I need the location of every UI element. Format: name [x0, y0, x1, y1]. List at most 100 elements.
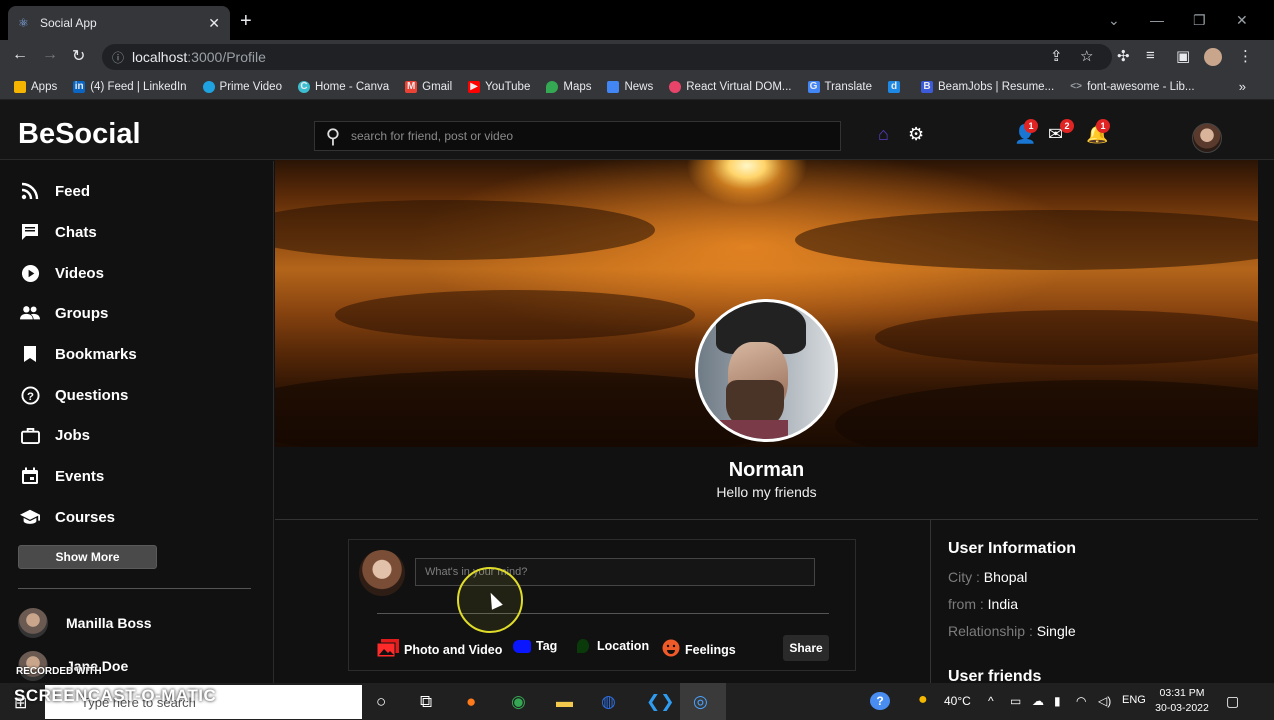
- bookmark-star-icon[interactable]: ☆: [1080, 47, 1093, 65]
- info-icon[interactable]: ⓘ: [112, 49, 124, 66]
- chrome-icon[interactable]: ◉: [511, 692, 526, 712]
- bookmark-news[interactable]: News: [607, 80, 653, 93]
- battery-icon[interactable]: ▭: [1010, 694, 1021, 708]
- minimize-icon[interactable]: —: [1150, 12, 1164, 28]
- friend-requests-badge: 1: [1024, 119, 1038, 133]
- info-row-city: City : Bhopal: [948, 569, 1028, 585]
- profile-avatar-icon[interactable]: [1204, 48, 1222, 66]
- search-input[interactable]: [351, 122, 840, 150]
- share-page-icon[interactable]: ⇪: [1050, 47, 1063, 65]
- weather-sun-icon[interactable]: ●: [918, 691, 928, 709]
- show-more-button[interactable]: Show More: [18, 545, 157, 569]
- profile-picture[interactable]: [695, 299, 838, 442]
- power-icon[interactable]: ▮: [1054, 694, 1061, 708]
- tag-icon: [513, 639, 531, 653]
- taskbar-clock[interactable]: 03:31 PM 30-03-2022: [1152, 686, 1212, 716]
- apps-grid-icon: [14, 80, 26, 93]
- sidebar-item-jobs[interactable]: Jobs: [20, 425, 90, 445]
- sidebar-item-bookmarks[interactable]: Bookmarks: [20, 344, 137, 364]
- bookmark-react-virtual-dom[interactable]: React Virtual DOM...: [669, 80, 792, 93]
- prime-video-icon: [202, 80, 215, 93]
- screencast-app-icon[interactable]: ◎: [693, 692, 708, 712]
- cortana-icon[interactable]: ○: [376, 692, 386, 712]
- sidebar-item-courses[interactable]: Courses: [20, 507, 115, 527]
- bookmark-translate[interactable]: G Translate: [807, 80, 872, 93]
- home-icon[interactable]: ⌂: [878, 124, 889, 145]
- sidebar-item-feed[interactable]: Feed: [20, 181, 90, 201]
- extensions-icon[interactable]: ✣: [1117, 47, 1130, 65]
- volume-icon[interactable]: ◁): [1098, 694, 1111, 708]
- sidebar-item-questions[interactable]: ? Questions: [20, 385, 128, 405]
- bookmark-d-app[interactable]: d: [888, 80, 905, 93]
- task-view-icon[interactable]: ⧉: [420, 692, 432, 712]
- app-topbar: BeSocial ⚲ ⌂ ⚙ 👤 1 ✉ 2 🔔 1: [0, 100, 1274, 160]
- share-button[interactable]: Share: [783, 635, 829, 661]
- news-icon: [607, 80, 620, 93]
- new-tab-icon[interactable]: +: [240, 10, 252, 33]
- share-option-tag[interactable]: Tag: [513, 639, 557, 653]
- location-pin-icon: [577, 639, 589, 653]
- firefox-icon[interactable]: ●: [466, 692, 476, 712]
- group-icon: [20, 303, 40, 323]
- sidebar-item-groups[interactable]: Groups: [20, 303, 108, 323]
- menu-kebab-icon[interactable]: ⋮: [1238, 47, 1253, 65]
- bookmark-font-awesome[interactable]: <> font-awesome - Lib...: [1070, 81, 1194, 93]
- share-option-photo-video[interactable]: Photo and Video: [376, 639, 502, 660]
- profile-divider: [275, 519, 1258, 520]
- reading-list-icon[interactable]: ≡: [1146, 47, 1155, 64]
- maximize-icon[interactable]: ❐: [1193, 12, 1206, 29]
- code-icon: <>: [1070, 80, 1082, 92]
- webex-icon[interactable]: ◍: [601, 692, 616, 712]
- language-indicator[interactable]: ENG: [1122, 694, 1146, 706]
- close-window-icon[interactable]: ✕: [1236, 12, 1248, 29]
- url-host: localhost: [132, 49, 188, 65]
- browser-toolbar: ← → ↻ ⓘ localhost:3000/Profile ⇪ ☆ ✣ ≡ ▣…: [0, 40, 1274, 74]
- photo-library-icon: [376, 639, 399, 660]
- bookmark-icon: [20, 344, 40, 364]
- tab-search-icon[interactable]: ⌄: [1108, 12, 1120, 29]
- sidebar-item-chats[interactable]: Chats: [20, 222, 97, 242]
- share-user-avatar: [359, 550, 405, 596]
- sidebar-item-events[interactable]: Events: [20, 466, 104, 486]
- chat-icon: [20, 222, 40, 242]
- address-bar[interactable]: ⓘ localhost:3000/Profile: [102, 44, 1112, 70]
- file-explorer-icon[interactable]: ▬: [556, 692, 573, 712]
- bookmark-linkedin[interactable]: in (4) Feed | LinkedIn: [73, 80, 187, 93]
- help-circle-icon: ?: [20, 385, 40, 405]
- notification-center-icon[interactable]: ▢: [1226, 693, 1239, 710]
- share-option-feelings[interactable]: Feelings: [662, 639, 736, 660]
- forward-icon[interactable]: →: [42, 46, 58, 64]
- search-bar: ⚲: [314, 121, 841, 151]
- app-logo[interactable]: BeSocial: [18, 118, 141, 151]
- bookmark-canva[interactable]: C Home - Canva: [297, 80, 389, 93]
- heart-icon: [669, 80, 682, 93]
- sidebar-item-videos[interactable]: Videos: [20, 263, 104, 283]
- vscode-icon[interactable]: ❮❯: [646, 692, 675, 712]
- sidebar: Feed Chats Videos Groups Bookmarks ? Que…: [0, 161, 274, 683]
- svg-text:?: ?: [27, 390, 34, 402]
- bookmark-prime-video[interactable]: Prime Video: [202, 80, 282, 93]
- bookmark-beamjobs[interactable]: B BeamJobs | Resume...: [921, 80, 1054, 93]
- bookmark-youtube[interactable]: ▶ YouTube: [468, 80, 530, 93]
- more-bookmarks-icon[interactable]: »: [1239, 79, 1246, 94]
- share-option-location[interactable]: Location: [577, 639, 649, 653]
- browser-tab[interactable]: ⚛ Social App ✕: [8, 6, 230, 40]
- translate-icon: G: [807, 80, 820, 93]
- bookmark-apps[interactable]: Apps: [14, 80, 57, 93]
- bookmark-gmail[interactable]: M Gmail: [405, 80, 452, 93]
- school-icon: [20, 507, 40, 527]
- settings-gear-icon[interactable]: ⚙: [908, 124, 924, 145]
- profile-description: Hello my friends: [716, 484, 817, 500]
- tray-expand-icon[interactable]: ^: [988, 694, 994, 708]
- wifi-icon[interactable]: ◠: [1076, 694, 1086, 708]
- close-tab-icon[interactable]: ✕: [208, 15, 220, 32]
- back-icon[interactable]: ←: [12, 46, 28, 64]
- friend-item[interactable]: Manilla Boss: [18, 608, 152, 638]
- help-tray-icon[interactable]: ?: [870, 692, 890, 710]
- watermark-recorded-with: RECORDED WITH: [16, 666, 102, 677]
- bookmark-maps[interactable]: Maps: [546, 80, 591, 93]
- user-avatar[interactable]: [1192, 123, 1222, 153]
- cloud-icon[interactable]: ☁: [1032, 694, 1044, 708]
- side-panel-icon[interactable]: ▣: [1176, 47, 1190, 65]
- reload-icon[interactable]: ↻: [72, 46, 85, 66]
